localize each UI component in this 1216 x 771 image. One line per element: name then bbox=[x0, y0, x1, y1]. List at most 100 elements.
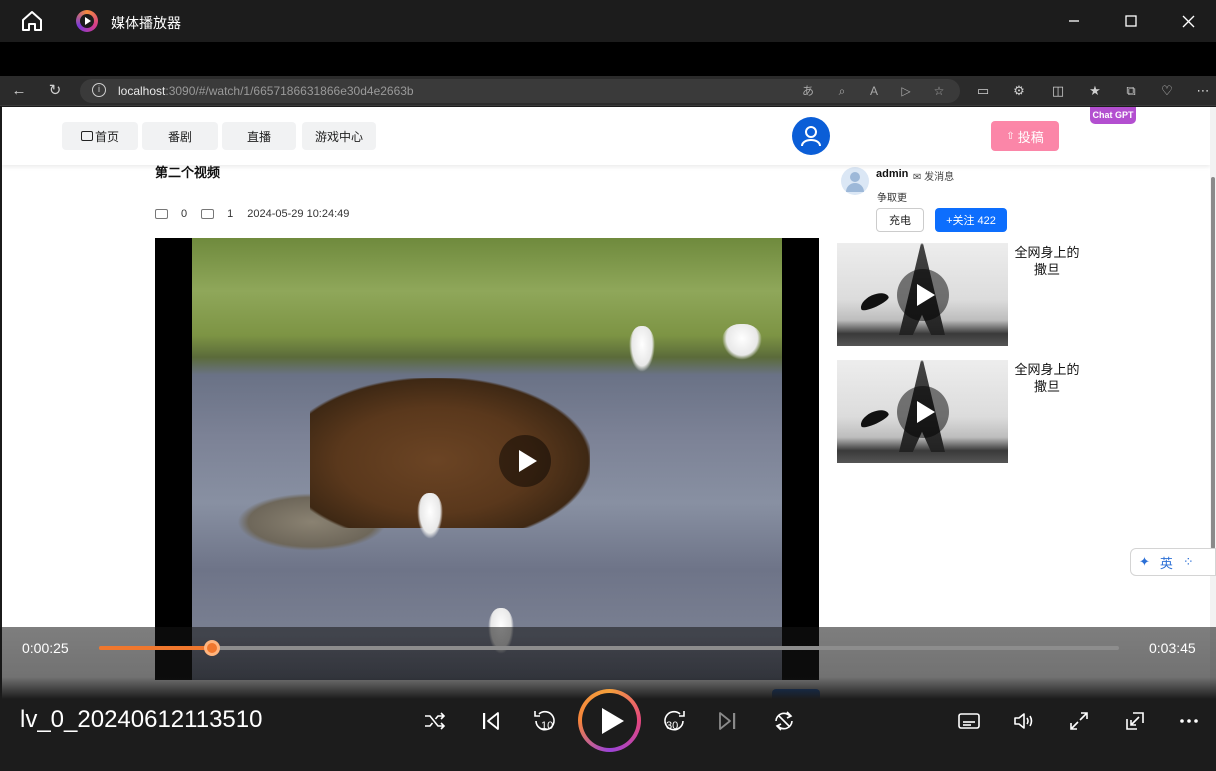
user-icon bbox=[801, 126, 821, 147]
seek-bar-progress bbox=[99, 646, 213, 650]
upload-button: ⇧ 投稿 bbox=[991, 121, 1059, 151]
shuffle-button[interactable] bbox=[421, 707, 449, 735]
bird-silhouette bbox=[857, 289, 891, 313]
translate-icon: あ bbox=[801, 84, 814, 98]
recommendation-title: 全网身上的撒旦 bbox=[1014, 245, 1080, 277]
ime-indicator: ✦ 英 ⁘ bbox=[1130, 548, 1216, 576]
nav-game-center-label: 游戏中心 bbox=[314, 129, 363, 144]
charge-button: 充电 bbox=[876, 208, 924, 232]
maximize-icon bbox=[1125, 15, 1137, 27]
browser-toolbar: ← ↻ i localhost:3090/#/watch/1/665718663… bbox=[0, 76, 1216, 106]
uploader-signature: 争取更 bbox=[877, 193, 907, 204]
home-icon[interactable] bbox=[20, 10, 44, 32]
close-button[interactable] bbox=[1168, 8, 1208, 34]
nav-home: 首页 bbox=[62, 122, 138, 150]
scrollbar-thumb bbox=[1211, 177, 1215, 549]
uploader-avatar bbox=[841, 167, 869, 195]
play-button[interactable] bbox=[578, 689, 641, 752]
subtitles-button[interactable] bbox=[955, 707, 983, 735]
nav-anime-label: 番剧 bbox=[167, 129, 192, 144]
more-icon: ⋯ bbox=[1196, 83, 1210, 98]
bird-silhouette bbox=[857, 406, 891, 430]
nav-anime: 番剧 bbox=[142, 122, 218, 150]
previous-button[interactable] bbox=[476, 707, 504, 735]
seagull bbox=[629, 326, 655, 372]
collections-icon: ⧉ bbox=[1126, 83, 1136, 98]
volume-button[interactable] bbox=[1010, 707, 1038, 735]
publish-time: 2024-05-29 10:24:49 bbox=[247, 208, 350, 220]
tv-icon bbox=[80, 131, 93, 141]
current-time: 0:00:25 bbox=[22, 640, 69, 656]
message-label: 发消息 bbox=[924, 172, 955, 183]
title-bar: 媒体播放器 bbox=[0, 0, 1216, 42]
recommendation-thumbnail bbox=[837, 360, 1008, 463]
nav-live: 直播 bbox=[222, 122, 296, 150]
tab-icon: ▭ bbox=[976, 83, 990, 98]
recommendation-title: 全网身上的撒旦 bbox=[1014, 362, 1080, 394]
shuffle-icon bbox=[425, 712, 446, 730]
nav-home-label: 首页 bbox=[94, 129, 119, 144]
thumbnail-play-icon bbox=[897, 386, 949, 438]
performance-icon: ♡ bbox=[1161, 83, 1173, 98]
minimize-button[interactable] bbox=[1054, 8, 1094, 34]
seagull bbox=[417, 493, 443, 539]
favorite-star-icon: ☆ bbox=[933, 84, 945, 98]
message-link: ✉ 发消息 bbox=[913, 168, 954, 183]
minimize-icon bbox=[1069, 20, 1079, 22]
maximize-button[interactable] bbox=[1111, 8, 1151, 34]
nav-live-label: 直播 bbox=[246, 129, 271, 144]
volume-icon bbox=[1014, 713, 1033, 729]
uploader-name: admin bbox=[876, 168, 909, 180]
more-options-button[interactable] bbox=[1175, 707, 1203, 735]
file-name: lv_0_20240612113510 bbox=[20, 706, 263, 733]
ime-language: 英 bbox=[1159, 555, 1173, 571]
skip-forward-icon: 30 bbox=[664, 710, 685, 732]
extensions-icon: ⚙ bbox=[1013, 83, 1025, 98]
recommendation-thumbnail bbox=[837, 243, 1008, 346]
next-button[interactable] bbox=[714, 707, 742, 735]
mini-player-button[interactable] bbox=[1121, 707, 1149, 735]
media-icon: ▷ bbox=[901, 84, 911, 98]
mail-icon: ✉ bbox=[913, 172, 925, 183]
video-stats: 0 1 2024-05-29 10:24:49 bbox=[155, 207, 363, 221]
skip-back-button[interactable]: 10 bbox=[531, 707, 559, 735]
fullscreen-button[interactable] bbox=[1065, 707, 1093, 735]
user-avatar bbox=[792, 117, 830, 155]
zoom-icon: ⌕ bbox=[838, 84, 846, 98]
refresh-icon: ↻ bbox=[48, 82, 62, 99]
seek-bar[interactable] bbox=[99, 640, 1119, 656]
app-title: 媒体播放器 bbox=[111, 15, 181, 31]
media-player-window: 媒体播放器 ← ↻ i localhost:3090/#/watch/1/665… bbox=[0, 0, 1216, 771]
skip-forward-button[interactable]: 30 bbox=[660, 707, 688, 735]
ime-bear-icon: ✦ bbox=[1139, 554, 1150, 569]
seek-bar-thumb[interactable] bbox=[204, 640, 221, 656]
upload-label: 投稿 bbox=[1017, 129, 1044, 145]
player-controls: 0:00:25 0:03:45 lv_0_20240612113510 10 3… bbox=[0, 627, 1216, 771]
info-icon: i bbox=[92, 83, 106, 97]
views-icon bbox=[155, 209, 168, 219]
embedded-play-icon bbox=[499, 435, 551, 487]
close-icon bbox=[1182, 15, 1194, 27]
seagull bbox=[722, 324, 762, 360]
web-page: 首页 番剧 直播 游戏中心 ⇧ 投稿 Chat GPT 第二个视频 0 1 202… bbox=[2, 107, 1210, 700]
chatgpt-badge: Chat GPT bbox=[1090, 107, 1136, 124]
follow-button: +关注 422 bbox=[935, 208, 1007, 232]
site-header: 首页 番剧 直播 游戏中心 ⇧ 投稿 Chat GPT bbox=[2, 107, 1210, 165]
repeat-button[interactable] bbox=[770, 707, 798, 735]
more-options-icon bbox=[1180, 719, 1198, 723]
comment-count: 1 bbox=[227, 208, 234, 220]
bear-river-scene bbox=[192, 238, 782, 680]
thumbnail-play-icon bbox=[897, 269, 949, 321]
nav-game-center: 游戏中心 bbox=[302, 122, 376, 150]
comment-icon bbox=[201, 209, 215, 219]
back-arrow-icon: ← bbox=[11, 82, 27, 99]
previous-icon bbox=[483, 712, 499, 730]
repeat-icon bbox=[775, 711, 793, 731]
fullscreen-icon bbox=[1070, 712, 1088, 730]
split-screen-icon: ◫ bbox=[1051, 83, 1065, 98]
page-scrollbar bbox=[1210, 107, 1216, 700]
embedded-video bbox=[155, 238, 819, 680]
total-time: 0:03:45 bbox=[1149, 640, 1196, 656]
favorites-icon: ★ bbox=[1089, 83, 1101, 98]
read-aloud-icon: A bbox=[869, 84, 878, 98]
